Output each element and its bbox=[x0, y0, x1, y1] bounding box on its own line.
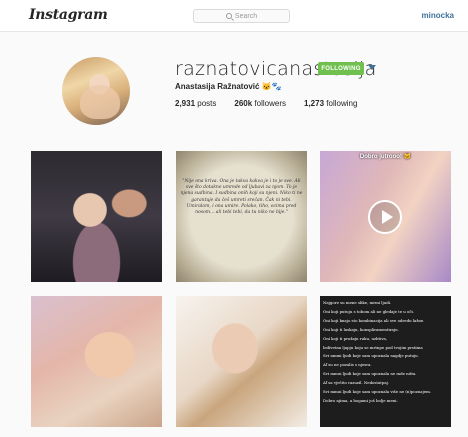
posts-count: 2,931 bbox=[175, 99, 196, 108]
following-button[interactable]: FOLLOWING bbox=[318, 62, 364, 75]
post-thumbnail[interactable] bbox=[176, 296, 307, 427]
poem-line: Aľ su ne pozalis s njesra. bbox=[323, 362, 372, 368]
quote-text: "Nije ona kriva. Ona je takva kakva je i… bbox=[180, 179, 303, 216]
poem-line: Dobro njima, a bogami još bolje meni. bbox=[323, 397, 398, 403]
poem-line: Svi mmui ljudi koje sam upoznala ne mde … bbox=[323, 371, 417, 377]
play-button[interactable] bbox=[368, 200, 402, 234]
poem-line: Oni koji ti laskaju, konspliramentiraju. bbox=[323, 326, 399, 332]
poem-line: Oni koji knajo sto kombinacija ali sve o… bbox=[323, 317, 425, 323]
posts-stat: 2,931 posts bbox=[175, 99, 216, 108]
video-post-thumbnail[interactable]: Dobro jutrooo! 🐱 bbox=[320, 151, 451, 282]
poem-line: Svi nmmi ljudi koje sam upoznala nagdje … bbox=[323, 353, 419, 359]
poem-line: Svi mmui ljudi koje sam upoznala više ne… bbox=[323, 389, 432, 395]
profile-stats: 2,931 posts 260k followers 1,273 followi… bbox=[175, 99, 357, 108]
caret-down-icon[interactable] bbox=[368, 65, 376, 70]
following-count: 1,273 bbox=[304, 99, 325, 108]
post-thumbnail[interactable]: "Nije ona kriva. Ona je takva kakva je i… bbox=[176, 151, 307, 282]
poem-line: Najgore su mene slike, mrmi ljudi. bbox=[323, 300, 392, 305]
play-icon bbox=[382, 210, 393, 224]
profile-full-name: Anastasija Ražnatović 🐱🐾 bbox=[175, 82, 282, 91]
post-thumbnail[interactable] bbox=[31, 296, 162, 427]
nav-username-link[interactable]: minocka bbox=[422, 11, 454, 20]
followers-count: 260k bbox=[234, 99, 253, 108]
post-thumbnail[interactable] bbox=[31, 151, 162, 282]
search-icon bbox=[225, 13, 232, 19]
poem-line: ledivetna ljapju koju se mrtnpe pod tvoj… bbox=[323, 344, 423, 350]
instagram-logo[interactable]: Instagram bbox=[29, 7, 108, 23]
posts-label: posts bbox=[197, 99, 217, 108]
followers-stat[interactable]: 260k followers bbox=[234, 99, 286, 108]
followers-label: followers bbox=[254, 99, 286, 108]
post-thumbnail[interactable]: Najgore su mene slike, mrmi ljudi. Oni k… bbox=[320, 296, 451, 427]
search-placeholder: Search bbox=[234, 12, 258, 20]
profile-avatar bbox=[62, 57, 130, 125]
following-stat[interactable]: 1,273 following bbox=[304, 99, 357, 108]
poem-line: Aľ sa vječito razuzil. Nedostatpaj. bbox=[323, 380, 390, 386]
top-navbar: Instagram Search minocka bbox=[0, 0, 468, 32]
video-caption: Dobro jutrooo! 🐱 bbox=[359, 154, 412, 160]
search-input[interactable]: Search bbox=[193, 9, 290, 23]
poem-text: Najgore su mene slike, mrmi ljudi. Oni k… bbox=[323, 299, 450, 406]
poem-line: Oni koji putuju s tobom ali ne gledaje t… bbox=[323, 308, 415, 314]
poem-line: Oni koji ti pružaju ruku, uzbtiva, bbox=[323, 335, 388, 341]
following-label: following bbox=[326, 99, 358, 108]
